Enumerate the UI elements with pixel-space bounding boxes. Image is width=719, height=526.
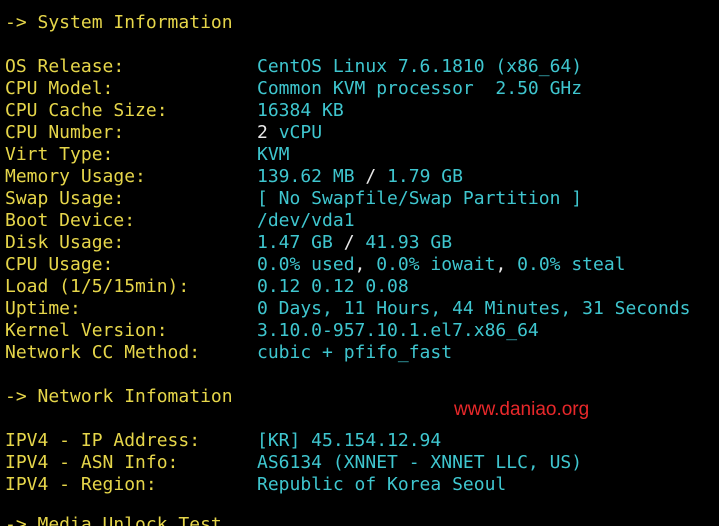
cpu-model-row: CPU Model: Common KVM processor 2.50 GHz [5, 78, 582, 100]
cpu-usage-label: CPU Usage: [5, 254, 114, 275]
swap-usage-row: Swap Usage: [ No Swapfile/Swap Partition … [5, 188, 582, 210]
os-release-row: OS Release: CentOS Linux 7.6.1810 (x86_64… [5, 56, 582, 78]
media-unlock-heading-partial: -> Media Unlock Test [5, 514, 222, 526]
boot-device-row: Boot Device: /dev/vda1 [5, 210, 355, 232]
load-value: 0.12 0.12 0.08 [257, 276, 409, 297]
kernel-version-value: 3.10.0-957.10.1.el7.x86_64 [257, 320, 539, 341]
load-row: Load (1/5/15min): 0.12 0.12 0.08 [5, 276, 409, 298]
virt-type-row: Virt Type: KVM [5, 144, 290, 166]
memory-used-value: 139.62 MB [257, 166, 355, 187]
kernel-version-label: Kernel Version: [5, 320, 168, 341]
disk-usage-label: Disk Usage: [5, 232, 125, 253]
system-info-heading: -> System Information [5, 12, 233, 33]
ipv4-asn-label: IPV4 - ASN Info: [5, 452, 179, 473]
os-release-value: CentOS Linux 7.6.1810 (x86_64) [257, 56, 583, 77]
cpu-cache-row: CPU Cache Size: 16384 KB [5, 100, 344, 122]
kernel-version-row: Kernel Version: 3.10.0-957.10.1.el7.x86_6… [5, 320, 539, 342]
swap-usage-label: Swap Usage: [5, 188, 125, 209]
cpu-used-value: 0.0% used [257, 254, 355, 275]
virt-type-value: KVM [257, 144, 290, 165]
disk-separator: / [343, 232, 355, 253]
cpu-number-label: CPU Number: [5, 122, 125, 143]
network-cc-label: Network CC Method: [5, 342, 201, 363]
ipv4-region-value: Republic of Korea Seoul [257, 474, 507, 495]
ipv4-asn-row: IPV4 - ASN Info: AS6134 (XNNET - XNNET LL… [5, 452, 582, 474]
uptime-label: Uptime: [5, 298, 81, 319]
memory-usage-label: Memory Usage: [5, 166, 146, 187]
ipv4-address-label: IPV4 - IP Address: [5, 430, 201, 451]
cpu-iowait-value: 0.0% iowait [376, 254, 496, 275]
memory-total-value: 1.79 GB [387, 166, 463, 187]
load-label: Load (1/5/15min): [5, 276, 190, 297]
disk-usage-row: Disk Usage: 1.47 GB / 41.93 GB [5, 232, 452, 254]
network-info-heading: -> Network Infomation [5, 386, 233, 407]
network-cc-value: cubic + pfifo_fast [257, 342, 453, 363]
virt-type-label: Virt Type: [5, 144, 114, 165]
disk-used-value: 1.47 GB [257, 232, 333, 253]
boot-device-label: Boot Device: [5, 210, 136, 231]
cpu-steal-value: 0.0% steal [517, 254, 626, 275]
network-cc-row: Network CC Method: cubic + pfifo_fast [5, 342, 452, 364]
memory-separator: / [365, 166, 377, 187]
ipv4-region-label: IPV4 - Region: [5, 474, 157, 495]
cpu-number-count: 2 [257, 122, 268, 143]
swap-usage-value: [ No Swapfile/Swap Partition ] [257, 188, 583, 209]
terminal-window[interactable]: -> System Information OS Release: CentOS … [0, 0, 719, 526]
boot-device-value: /dev/vda1 [257, 210, 355, 231]
cpu-usage-comma-1: , [354, 254, 366, 275]
ipv4-region-row: IPV4 - Region: Republic of Korea Seoul [5, 474, 506, 496]
os-release-label: OS Release: [5, 56, 125, 77]
ipv4-asn-value: AS6134 (XNNET - XNNET LLC, US) [257, 452, 583, 473]
uptime-value: 0 Days, 11 Hours, 44 Minutes, 31 Seconds [257, 298, 691, 319]
ipv4-address-value: [KR] 45.154.12.94 [257, 430, 442, 451]
cpu-usage-row: CPU Usage: 0.0% used, 0.0% iowait, 0.0% s… [5, 254, 626, 276]
cpu-model-label: CPU Model: [5, 78, 114, 99]
cpu-cache-value: 16384 KB [257, 100, 344, 121]
cpu-usage-comma-2: , [495, 254, 507, 275]
cpu-number-unit: vCPU [278, 122, 323, 143]
watermark-text: www.daniao.org [454, 399, 590, 420]
disk-total-value: 41.93 GB [365, 232, 453, 253]
uptime-row: Uptime: 0 Days, 11 Hours, 44 Minutes, 31 … [5, 298, 690, 320]
cpu-cache-label: CPU Cache Size: [5, 100, 168, 121]
cpu-number-row: CPU Number: 2 vCPU [5, 122, 322, 144]
cpu-model-value: Common KVM processor 2.50 GHz [257, 78, 583, 99]
ipv4-address-row: IPV4 - IP Address: [KR] 45.154.12.94 [5, 430, 441, 452]
memory-usage-row: Memory Usage: 139.62 MB / 1.79 GB [5, 166, 463, 188]
